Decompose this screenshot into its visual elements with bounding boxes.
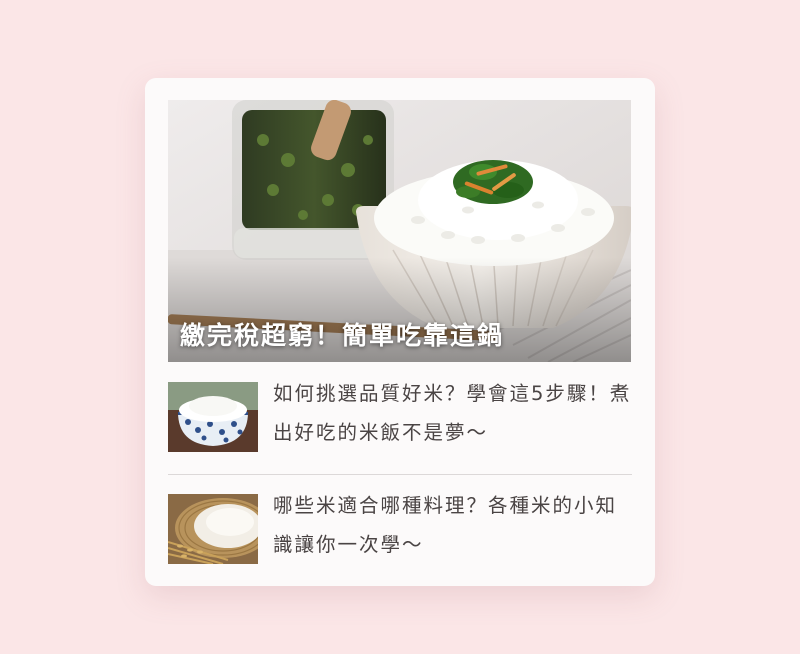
blue-white-rice-bowl-image [168,382,258,452]
article-item[interactable]: 如何挑選品質好米？學會這5步驟！煮出好吃的米飯不是夢～ [168,374,632,456]
article-thumbnail[interactable] [168,494,258,564]
article-thumbnail[interactable] [168,382,258,452]
article-card: 繳完稅超窮！簡單吃靠這鍋 如何挑選品質好米？學會這5步驟！煮出好吃的米飯不是夢～ [145,78,655,586]
article-title[interactable]: 哪些米適合哪種料理？各種米的小知識讓你一次學～ [273,486,633,564]
article-divider [168,474,632,475]
article-title[interactable]: 如何挑選品質好米？學會這5步驟！煮出好吃的米飯不是夢～ [273,374,633,452]
rice-grains-basket-image [168,494,258,564]
featured-article[interactable]: 繳完稅超窮！簡單吃靠這鍋 [168,100,631,362]
article-item[interactable]: 哪些米適合哪種料理？各種米的小知識讓你一次學～ [168,486,632,568]
featured-article-title[interactable]: 繳完稅超窮！簡單吃靠這鍋 [180,316,504,352]
